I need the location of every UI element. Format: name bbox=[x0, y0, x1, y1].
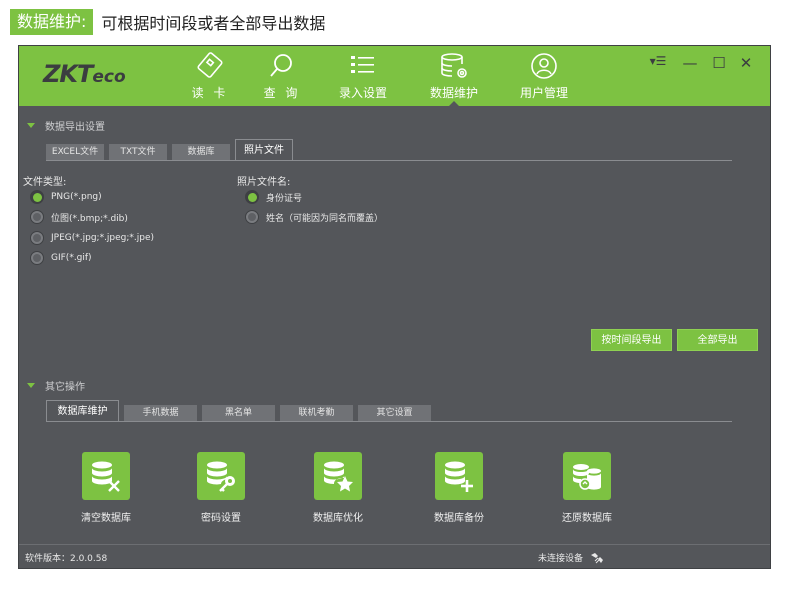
photo-name-label: 照片文件名: bbox=[237, 177, 291, 188]
status-bar: 软件版本：2.0.0.58 未连接设备 bbox=[19, 544, 770, 568]
checklist-icon bbox=[351, 56, 374, 73]
radio-label: 姓名（可能因为同名而覆盖） bbox=[266, 213, 384, 224]
nav-label: 用户管理 bbox=[519, 86, 568, 100]
tool-label: 数据库备份 bbox=[434, 513, 484, 524]
tab-other-settings[interactable]: 其它设置 bbox=[358, 405, 431, 421]
disconnected-icon bbox=[591, 552, 604, 563]
collapse-arrow-icon bbox=[27, 123, 35, 128]
nav-label: 录入设置 bbox=[338, 86, 387, 100]
database-backup-icon bbox=[435, 452, 483, 500]
radio-gif[interactable]: GIF(*.gif) bbox=[30, 251, 92, 265]
card-reader-icon bbox=[197, 52, 223, 78]
clear-database-tool[interactable]: 清空数据库 bbox=[61, 452, 151, 524]
logo-sub: eco bbox=[92, 67, 126, 87]
tab-divider bbox=[46, 421, 732, 422]
logo-main: ZKT bbox=[43, 60, 93, 88]
maximize-button[interactable]: ☐ bbox=[708, 54, 730, 72]
tool-label: 密码设置 bbox=[201, 513, 241, 524]
connection-status-text: 未连接设备 bbox=[538, 554, 584, 564]
caption-text: 可根据时间段或者全部导出数据 bbox=[101, 14, 326, 33]
export-tabs: EXCEL文件 TXT文件 数据库 照片文件 bbox=[46, 139, 298, 160]
other-tabs: 数据库维护 手机数据 黑名单 联机考勤 其它设置 bbox=[46, 400, 436, 421]
database-restore-icon bbox=[563, 452, 611, 500]
radio-label: 身份证号 bbox=[266, 193, 303, 204]
tab-db-maintenance[interactable]: 数据库维护 bbox=[46, 400, 119, 421]
search-icon bbox=[270, 54, 292, 77]
top-bar: ZKTeco 读 卡 查 询 录入设置 数据维护 用户管理 ▾☰ — ☐ ✕ bbox=[19, 46, 770, 107]
radio-dot bbox=[30, 210, 44, 224]
radio-label: JPEG(*.jpg;*.jpeg;*.jpe) bbox=[51, 233, 155, 243]
tab-online-attendance[interactable]: 联机考勤 bbox=[280, 405, 353, 421]
nav-entry-settings[interactable]: 录入设置 bbox=[318, 50, 408, 106]
database-gear-icon bbox=[441, 53, 467, 78]
export-section-header[interactable]: 数据导出设置 bbox=[27, 118, 105, 133]
database-clear-icon bbox=[82, 452, 130, 500]
nav-label: 数据维护 bbox=[429, 86, 478, 100]
nav-label: 查 询 bbox=[263, 86, 301, 100]
radio-dot bbox=[30, 231, 44, 245]
radio-label: 位图(*.bmp;*.dib) bbox=[51, 213, 128, 224]
radio-dot bbox=[245, 190, 259, 204]
nav-query[interactable]: 查 询 bbox=[237, 50, 327, 106]
minimize-button[interactable]: — bbox=[679, 54, 701, 72]
tab-txt[interactable]: TXT文件 bbox=[109, 144, 167, 160]
backup-database-tool[interactable]: 数据库备份 bbox=[414, 452, 504, 524]
file-type-label: 文件类型: bbox=[23, 177, 67, 188]
radio-dot bbox=[30, 251, 44, 265]
export-by-period-button[interactable]: 按时间段导出 bbox=[591, 329, 672, 351]
radio-bmp[interactable]: 位图(*.bmp;*.dib) bbox=[30, 210, 128, 224]
menu-button[interactable]: ▾☰ bbox=[647, 54, 669, 68]
tool-label: 数据库优化 bbox=[313, 513, 363, 524]
tab-database[interactable]: 数据库 bbox=[172, 144, 230, 160]
radio-label: GIF(*.gif) bbox=[51, 253, 92, 263]
connection-status: 未连接设备 bbox=[538, 551, 604, 564]
collapse-arrow-icon bbox=[27, 383, 35, 388]
restore-database-tool[interactable]: 还原数据库 bbox=[542, 452, 632, 524]
radio-jpeg[interactable]: JPEG(*.jpg;*.jpeg;*.jpe) bbox=[30, 231, 154, 245]
user-icon bbox=[531, 53, 557, 79]
nav-user-management[interactable]: 用户管理 bbox=[499, 50, 589, 106]
database-star-icon bbox=[314, 452, 362, 500]
app-logo: ZKTeco bbox=[43, 60, 126, 88]
radio-dot bbox=[30, 190, 44, 204]
radio-png[interactable]: PNG(*.png) bbox=[30, 190, 102, 204]
tab-divider bbox=[46, 160, 732, 161]
other-section-header[interactable]: 其它操作 bbox=[27, 378, 85, 393]
password-settings-tool[interactable]: 密码设置 bbox=[176, 452, 266, 524]
app-window: ZKTeco 读 卡 查 询 录入设置 数据维护 用户管理 ▾☰ — ☐ ✕ 数… bbox=[18, 45, 771, 569]
optimize-database-tool[interactable]: 数据库优化 bbox=[293, 452, 383, 524]
radio-label: PNG(*.png) bbox=[51, 192, 102, 202]
tab-mobile-data[interactable]: 手机数据 bbox=[124, 405, 197, 421]
export-section-title: 数据导出设置 bbox=[45, 122, 105, 133]
other-section-title: 其它操作 bbox=[45, 382, 85, 393]
radio-id-number[interactable]: 身份证号 bbox=[245, 190, 302, 204]
tool-label: 还原数据库 bbox=[562, 513, 612, 524]
tab-excel[interactable]: EXCEL文件 bbox=[46, 144, 104, 160]
tool-label: 清空数据库 bbox=[81, 513, 131, 524]
caption-tag: 数据维护: bbox=[10, 9, 94, 35]
software-version: 软件版本：2.0.0.58 bbox=[25, 554, 108, 564]
nav-data-maintenance[interactable]: 数据维护 bbox=[409, 50, 499, 107]
page-caption: 数据维护: 可根据时间段或者全部导出数据 bbox=[10, 9, 325, 35]
radio-dot bbox=[245, 210, 259, 224]
tab-photo[interactable]: 照片文件 bbox=[235, 139, 293, 160]
export-all-button[interactable]: 全部导出 bbox=[677, 329, 758, 351]
database-key-icon bbox=[197, 452, 245, 500]
close-button[interactable]: ✕ bbox=[735, 54, 757, 72]
radio-name[interactable]: 姓名（可能因为同名而覆盖） bbox=[245, 210, 383, 224]
tab-blacklist[interactable]: 黑名单 bbox=[202, 405, 275, 421]
